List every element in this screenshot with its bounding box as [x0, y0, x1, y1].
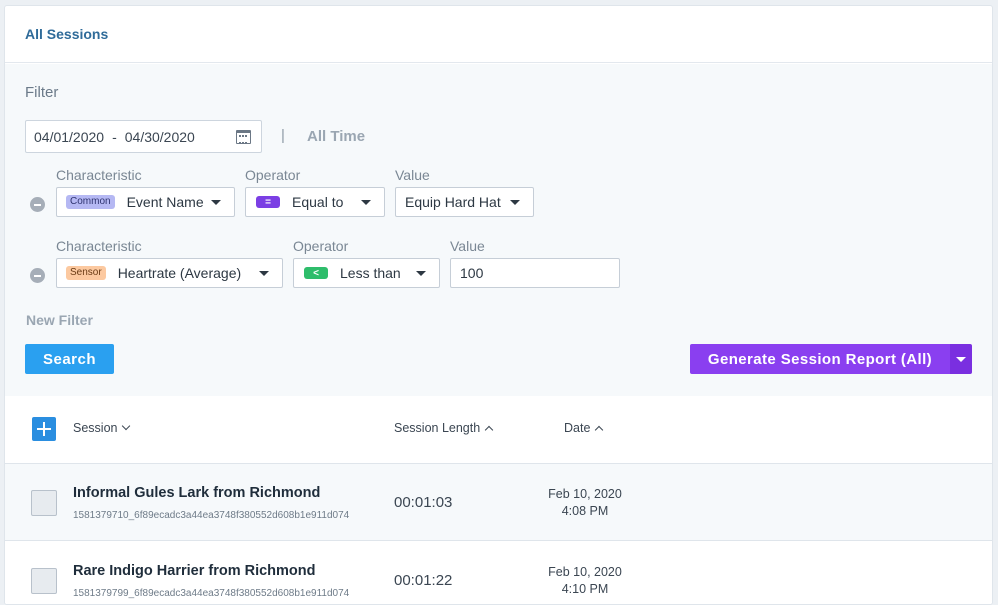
session-date: Feb 10, 2020 4:08 PM — [525, 486, 645, 520]
all-time-link[interactable]: All Time — [307, 128, 365, 145]
add-session-button[interactable] — [32, 417, 56, 441]
chevron-up-icon — [484, 425, 494, 434]
caret-down-icon — [416, 271, 426, 276]
chevron-down-icon — [122, 421, 131, 431]
value-label: Value — [395, 167, 430, 183]
less-than-icon: < — [304, 267, 328, 279]
remove-filter-icon[interactable] — [30, 268, 45, 283]
session-name[interactable]: Informal Gules Lark from Richmond — [73, 485, 320, 501]
session-date-day: Feb 10, 2020 — [548, 487, 622, 501]
remove-filter-icon[interactable] — [30, 197, 45, 212]
date-start: 04/01/2020 — [34, 128, 105, 145]
column-length[interactable]: Session Length — [394, 421, 494, 435]
row-checkbox[interactable] — [31, 490, 57, 516]
equal-icon: = — [256, 196, 280, 208]
value-select[interactable]: Equip Hard Hat — [395, 187, 534, 217]
date-end: 04/30/2020 — [124, 128, 195, 145]
session-date-time: 4:08 PM — [561, 504, 609, 518]
divider: | — [281, 127, 285, 144]
sessions-card: All Sessions Filter 04/01/2020 - 04/30/2… — [4, 5, 993, 605]
session-date-day: Feb 10, 2020 — [548, 565, 622, 579]
session-length: 00:01:03 — [394, 494, 453, 511]
card-header: All Sessions — [5, 6, 992, 63]
value-label: Value — [450, 238, 485, 254]
characteristic-label: Characteristic — [56, 238, 142, 254]
caret-down-icon — [510, 200, 520, 205]
filter-panel: Filter 04/01/2020 - 04/30/2020 | All Tim… — [5, 64, 992, 396]
caret-down-icon — [211, 200, 221, 205]
table-header: Session Session Length Date — [5, 396, 992, 464]
characteristic-select[interactable]: Common Event Name — [56, 187, 235, 217]
report-dropdown-icon[interactable] — [950, 344, 972, 374]
new-filter-link[interactable]: New Filter — [26, 312, 93, 328]
search-button[interactable]: Search — [25, 344, 114, 374]
operator-value: Equal to — [292, 194, 344, 210]
column-session-label: Session — [73, 421, 118, 435]
value-input-text: 100 — [460, 265, 484, 281]
session-date-time: 4:10 PM — [561, 582, 609, 596]
table-row[interactable]: Rare Indigo Harrier from Richmond 158137… — [5, 542, 992, 604]
generate-report-button[interactable]: Generate Session Report (All) — [690, 344, 950, 374]
characteristic-label: Characteristic — [56, 167, 142, 183]
value-input[interactable]: 100 — [450, 258, 620, 288]
sensor-badge: Sensor — [66, 266, 106, 280]
chevron-up-icon — [595, 425, 604, 434]
session-id: 1581379799_6f89ecadc3a44ea3748f380552d60… — [73, 588, 350, 599]
operator-select[interactable]: = Equal to — [245, 187, 385, 217]
caret-down-icon — [361, 200, 371, 205]
characteristic-value: Event Name — [126, 194, 204, 210]
caret-down-icon — [259, 271, 269, 276]
operator-label: Operator — [293, 238, 349, 254]
value-value: Equip Hard Hat — [405, 194, 501, 210]
common-badge: Common — [66, 195, 115, 209]
filter-heading: Filter — [25, 84, 59, 101]
calendar-icon[interactable] — [236, 130, 251, 144]
operator-label: Operator — [245, 167, 301, 183]
column-length-label: Session Length — [394, 421, 481, 435]
column-date-label: Date — [564, 421, 591, 435]
column-date[interactable]: Date — [564, 421, 604, 435]
page-title[interactable]: All Sessions — [25, 26, 108, 42]
date-separator: - — [112, 128, 117, 145]
date-range-picker[interactable]: 04/01/2020 - 04/30/2020 — [25, 120, 262, 153]
session-name[interactable]: Rare Indigo Harrier from Richmond — [73, 563, 316, 579]
row-checkbox[interactable] — [31, 568, 57, 594]
session-length: 00:01:22 — [394, 572, 453, 589]
session-id: 1581379710_6f89ecadc3a44ea3748f380552d60… — [73, 510, 350, 521]
operator-select[interactable]: < Less than — [293, 258, 440, 288]
characteristic-select[interactable]: Sensor Heartrate (Average) — [56, 258, 283, 288]
characteristic-value: Heartrate (Average) — [117, 265, 242, 281]
table-row[interactable]: Informal Gules Lark from Richmond 158137… — [5, 464, 992, 541]
operator-value: Less than — [340, 265, 401, 281]
column-session[interactable]: Session — [73, 421, 131, 435]
